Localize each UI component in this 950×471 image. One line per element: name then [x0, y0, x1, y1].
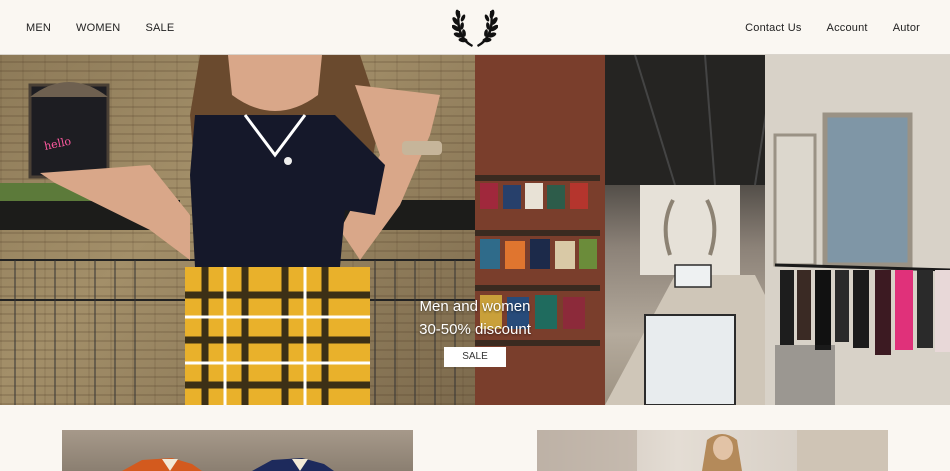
- nav-women[interactable]: WOMEN: [76, 21, 120, 35]
- main-nav: MEN WOMEN SALE: [26, 21, 174, 35]
- account-nav: Contact Us Account Autor: [745, 21, 920, 35]
- nav-autor[interactable]: Autor: [893, 21, 920, 35]
- product-preview-women[interactable]: [537, 430, 888, 471]
- hero-caption: Men and women 30-50% discount SALE: [0, 295, 950, 367]
- product-preview-polos[interactable]: [62, 430, 413, 471]
- women-image: [537, 430, 888, 471]
- site-header: MEN WOMEN SALE Contact Us Account Autor: [0, 0, 950, 55]
- laurel-wreath-icon[interactable]: [452, 5, 498, 49]
- nav-men[interactable]: MEN: [26, 21, 51, 35]
- nav-contact-us[interactable]: Contact Us: [745, 21, 801, 35]
- polos-image: [122, 458, 334, 471]
- hero-banner: hello Men and women 30-50% discount SALE: [0, 55, 950, 405]
- sale-button[interactable]: SALE: [444, 347, 506, 367]
- nav-account[interactable]: Account: [827, 21, 868, 35]
- hero-discount: 30-50% discount: [419, 321, 531, 338]
- nav-sale[interactable]: SALE: [145, 21, 174, 35]
- hero-title: Men and women: [419, 298, 531, 315]
